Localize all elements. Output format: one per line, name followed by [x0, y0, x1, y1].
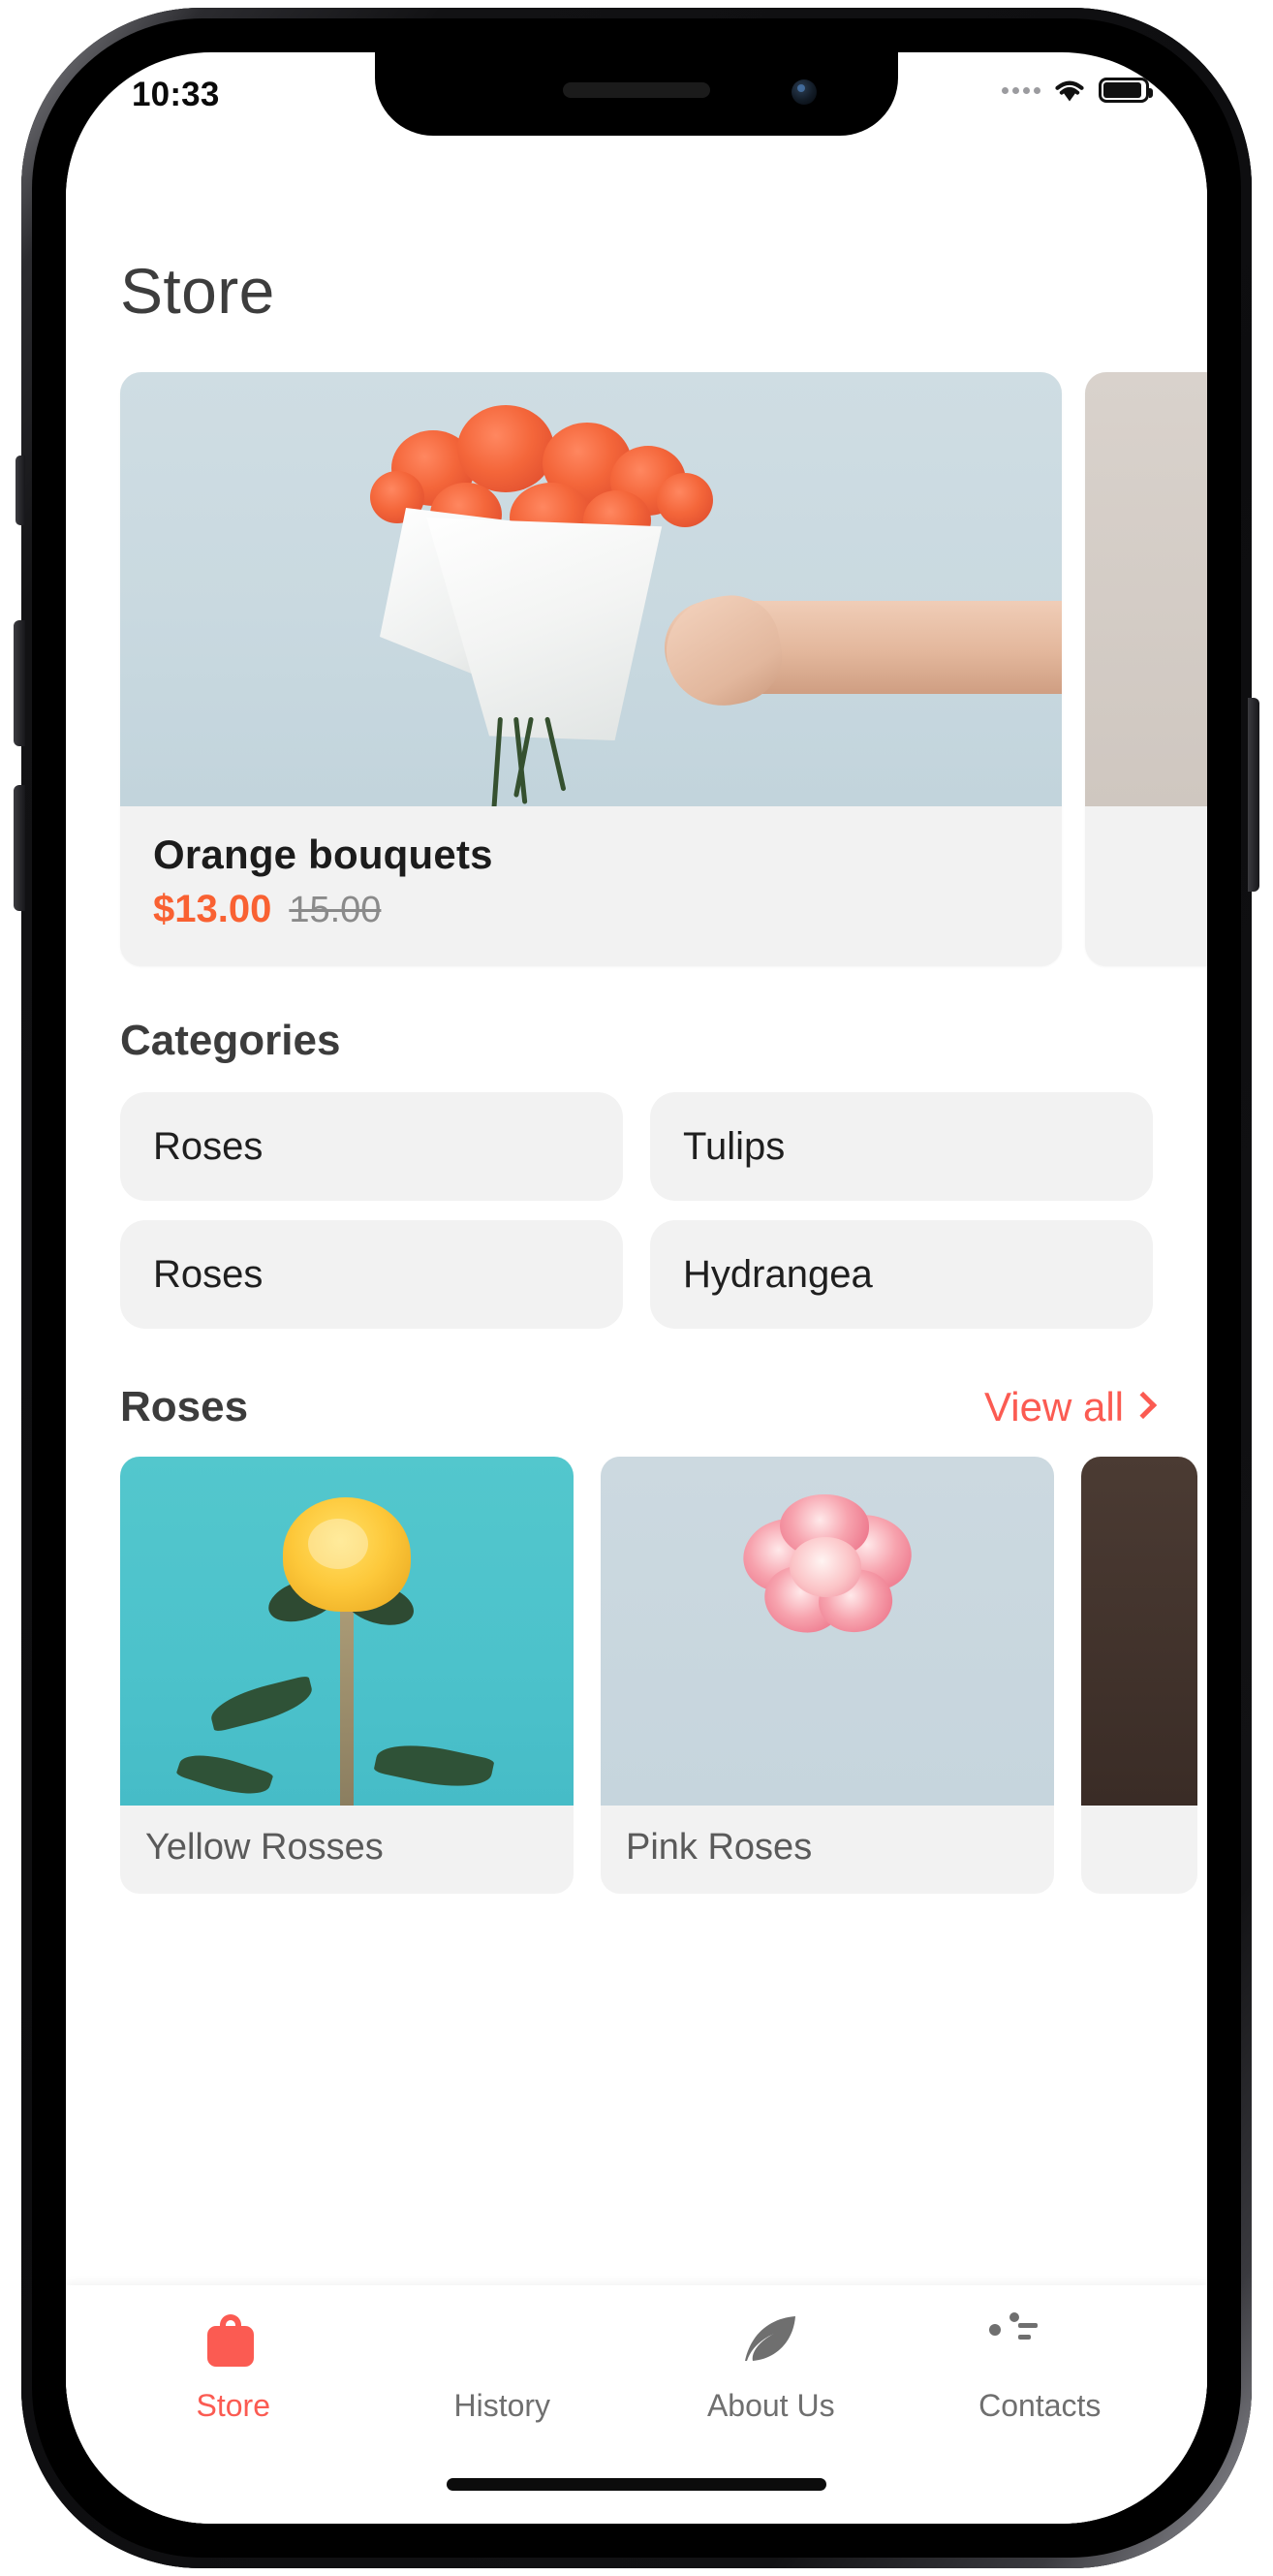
- product-image-next: [1081, 1457, 1197, 1806]
- product-name: [1081, 1806, 1197, 1852]
- featured-product-card-next[interactable]: [1085, 372, 1207, 966]
- featured-product-name: Orange bouquets: [153, 832, 493, 877]
- power-button[interactable]: [1248, 698, 1259, 892]
- tab-label-about-us: About Us: [706, 2388, 835, 2423]
- status-time: 10:33: [132, 76, 220, 113]
- contact-card-icon: [989, 2312, 1070, 2372]
- category-chip-roses-2[interactable]: Roses: [120, 1220, 623, 1329]
- volume-up-button[interactable]: [14, 620, 25, 746]
- view-all-link[interactable]: View all: [984, 1384, 1158, 1430]
- featured-product-image-next: [1085, 372, 1207, 806]
- view-all-label: View all: [984, 1384, 1124, 1429]
- featured-carousel[interactable]: Orange bouquets $13.00 15.00: [66, 372, 1207, 966]
- featured-product-meta-next: [1085, 806, 1207, 925]
- signal-dots-icon: [1002, 86, 1040, 94]
- category-label: Hydrangea: [683, 1252, 873, 1296]
- tab-history[interactable]: History: [368, 2312, 637, 2524]
- chevron-right-icon: [1129, 1391, 1158, 1420]
- phone-screen: 10:33 Store Orange bouquets $13.00 15.00…: [66, 52, 1207, 2524]
- roses-section-title: Roses: [120, 1383, 249, 1430]
- category-chip-hydrangea[interactable]: Hydrangea: [650, 1220, 1153, 1329]
- status-icons: [1002, 78, 1153, 103]
- leaf-icon: [741, 2312, 801, 2372]
- shopping-bag-icon: [203, 2312, 264, 2372]
- rose-leaf: [175, 1744, 274, 1805]
- screenshot-stage: 10:33 Store Orange bouquets $13.00 15.00…: [0, 0, 1273, 2576]
- featured-product-prices: $13.00 15.00: [153, 888, 1029, 931]
- tab-store[interactable]: Store: [99, 2312, 368, 2524]
- tab-label-history: History: [453, 2388, 551, 2423]
- pink-rose-bloom: [726, 1491, 929, 1655]
- product-card-yellow-roses[interactable]: Yellow Rosses: [120, 1457, 574, 1894]
- roses-product-rail[interactable]: Yellow Rosses Pink Roses: [66, 1457, 1207, 1894]
- page-title: Store: [120, 255, 275, 327]
- tab-label-store: Store: [196, 2388, 270, 2423]
- category-label: Roses: [153, 1124, 264, 1168]
- rose-bloom: [283, 1497, 411, 1612]
- product-image-yellow-roses: [120, 1457, 574, 1806]
- featured-price-original: 15.00: [289, 890, 382, 930]
- category-label: Tulips: [683, 1124, 786, 1168]
- product-card-pink-roses[interactable]: Pink Roses: [601, 1457, 1054, 1894]
- product-image-pink-roses: [601, 1457, 1054, 1806]
- product-name: Pink Roses: [626, 1827, 813, 1868]
- product-card-next[interactable]: [1081, 1457, 1197, 1894]
- featured-price-current: $13.00: [153, 888, 272, 930]
- bouquet-stems: [469, 716, 585, 806]
- volume-down-button[interactable]: [14, 785, 25, 911]
- tab-label-contacts: Contacts: [978, 2388, 1102, 2423]
- tab-contacts[interactable]: Contacts: [906, 2312, 1175, 2524]
- silent-switch[interactable]: [16, 456, 25, 525]
- featured-product-card[interactable]: Orange bouquets $13.00 15.00: [120, 372, 1062, 966]
- clock-icon: [472, 2312, 532, 2372]
- categories-grid: Roses Tulips Roses Hydrangea: [120, 1092, 1153, 1329]
- rose-leaf: [206, 1675, 317, 1733]
- rose-leaf: [373, 1735, 495, 1797]
- scroll-content[interactable]: Store Orange bouquets $13.00 15.00 Categ…: [66, 141, 1207, 2524]
- category-chip-tulips[interactable]: Tulips: [650, 1092, 1153, 1201]
- categories-title: Categories: [120, 1017, 341, 1064]
- home-indicator[interactable]: [447, 2478, 826, 2491]
- battery-icon: [1099, 78, 1153, 103]
- tab-about-us[interactable]: About Us: [636, 2312, 906, 2524]
- roses-section-header: Roses View all: [120, 1383, 1158, 1431]
- wifi-icon: [1053, 78, 1086, 103]
- featured-product-image: [120, 372, 1062, 806]
- product-name: Yellow Rosses: [145, 1827, 384, 1868]
- category-chip-roses-1[interactable]: Roses: [120, 1092, 623, 1201]
- category-label: Roses: [153, 1252, 264, 1296]
- featured-product-meta: Orange bouquets $13.00 15.00: [120, 806, 1062, 966]
- status-bar: 10:33: [66, 52, 1207, 141]
